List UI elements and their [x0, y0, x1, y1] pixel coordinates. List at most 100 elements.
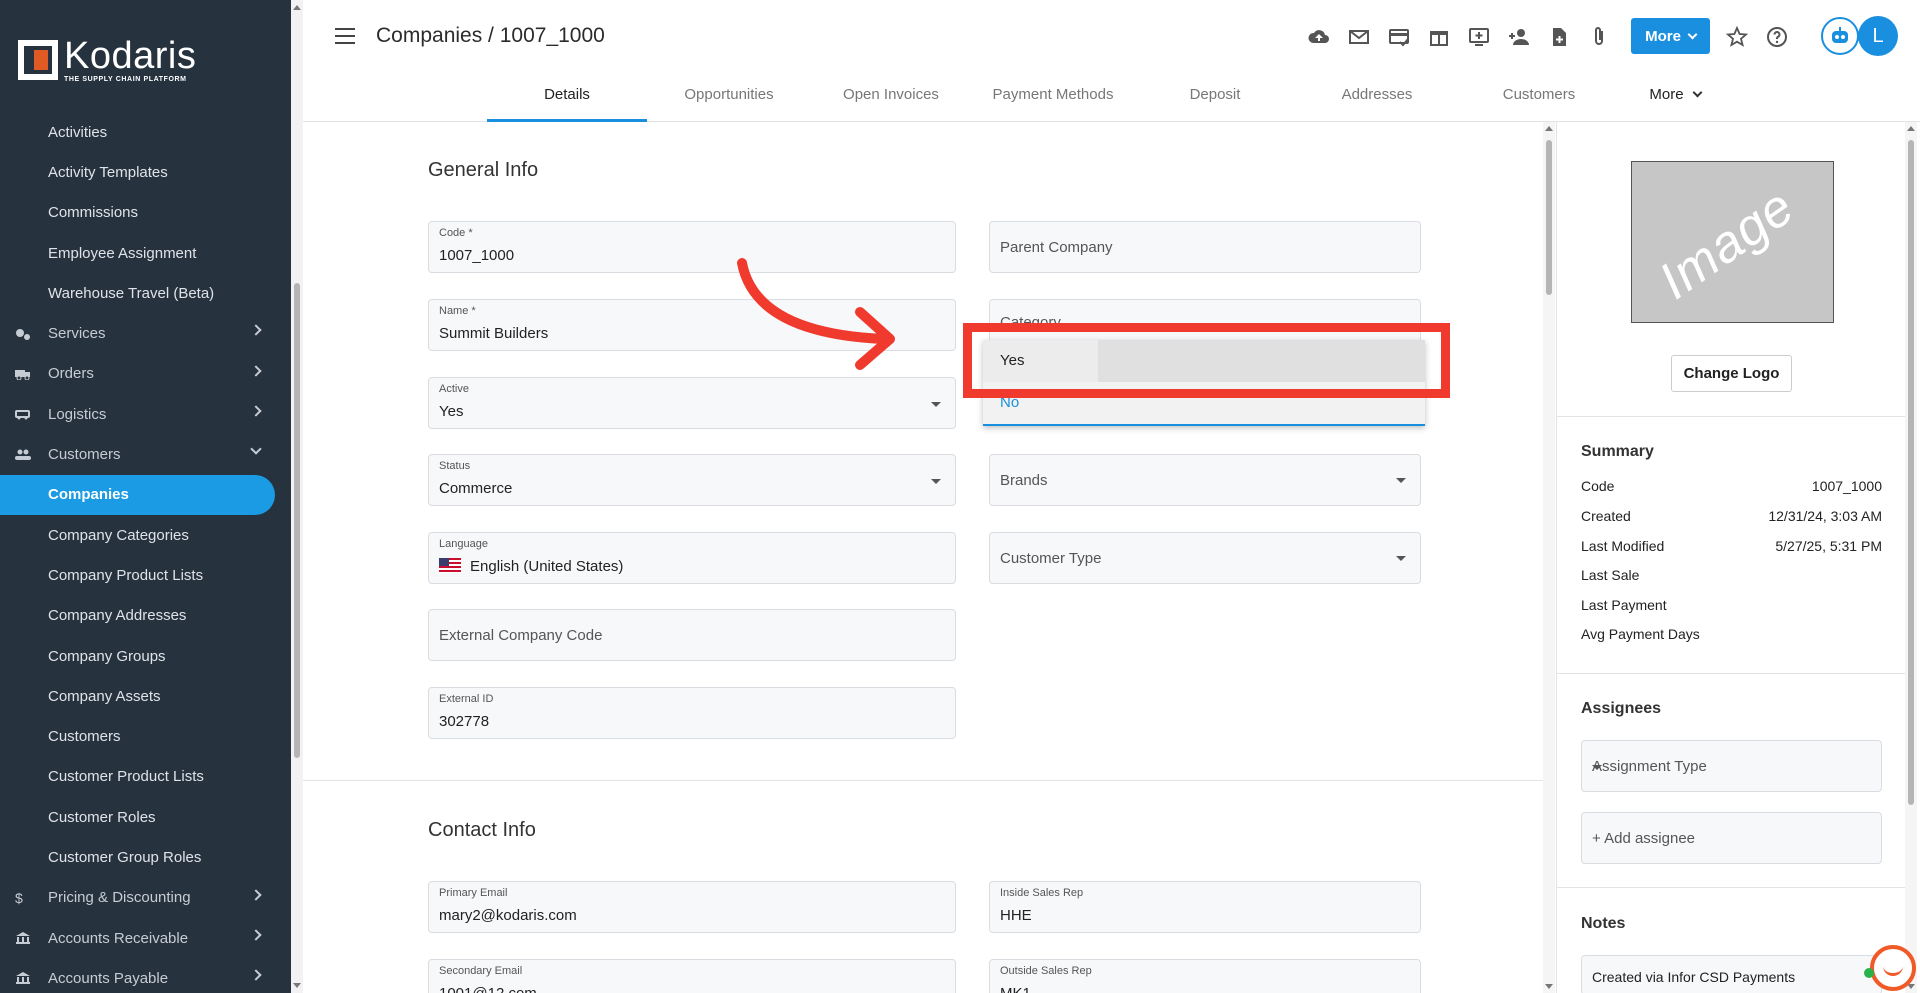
- sidebar-item-label: Company Product Lists: [48, 566, 204, 584]
- code-label: Code *: [439, 227, 473, 239]
- attachment-icon[interactable]: [1587, 25, 1611, 49]
- sidebar-item-companies[interactable]: Companies: [0, 474, 275, 515]
- sidebar-item-company-categories[interactable]: Company Categories: [0, 515, 280, 555]
- chat-support-icon[interactable]: [1870, 945, 1916, 991]
- sidebar-item-label: Customer Group Roles: [48, 848, 202, 866]
- sidebar-item-accounts-payable[interactable]: Accounts Payable: [0, 958, 280, 993]
- mail-icon[interactable]: [1347, 25, 1371, 49]
- chevron-right-icon: [250, 324, 262, 337]
- gift-icon[interactable]: [1427, 25, 1451, 49]
- sidebar-item-customers[interactable]: Customers: [0, 434, 280, 474]
- company-logo-image: Image: [1631, 161, 1834, 323]
- scroll-up-icon[interactable]: [1545, 126, 1553, 131]
- sidebar-item-company-product-lists[interactable]: Company Product Lists: [0, 555, 280, 595]
- sidebar-item-warehouse-travel[interactable]: Warehouse Travel (Beta): [0, 273, 280, 313]
- sidebar-item-label: Activity Templates: [48, 163, 168, 181]
- customer-type-placeholder: Customer Type: [1000, 550, 1102, 567]
- sidebar-scrollbar[interactable]: [291, 0, 303, 993]
- tab-open-invoices[interactable]: Open Invoices: [810, 86, 972, 103]
- sidebar-item-services[interactable]: Services: [0, 313, 280, 353]
- tab-more[interactable]: More: [1620, 86, 1730, 103]
- scrollbar-thumb[interactable]: [294, 283, 300, 758]
- sidebar-item-customer-product-lists[interactable]: Customer Product Lists: [0, 757, 280, 797]
- cloud-upload-icon[interactable]: [1307, 25, 1331, 49]
- assistant-bot-icon[interactable]: [1821, 17, 1859, 55]
- scrollbar-thumb[interactable]: [1908, 140, 1914, 805]
- parent-company-field[interactable]: Parent Company: [989, 221, 1421, 273]
- payment-icon[interactable]: [1387, 25, 1411, 49]
- tab-payment-methods[interactable]: Payment Methods: [972, 86, 1134, 103]
- add-assignee-field[interactable]: + Add assignee: [1581, 812, 1882, 864]
- top-header: Companies / 1007_1000 More L: [303, 0, 1920, 72]
- panel-divider: [1557, 416, 1906, 417]
- scroll-up-icon[interactable]: [293, 5, 301, 10]
- file-add-icon[interactable]: [1547, 25, 1571, 49]
- customer-type-select[interactable]: Customer Type: [989, 532, 1421, 584]
- external-id-field[interactable]: External ID 302778: [428, 687, 956, 739]
- outside-sales-rep-field[interactable]: Outside Sales Rep MK1: [989, 959, 1421, 993]
- kodaris-logo[interactable]: Kodaris THE SUPPLY CHAIN PLATFORM: [0, 0, 291, 120]
- tab-opportunities[interactable]: Opportunities: [648, 86, 810, 103]
- sidebar-item-activities[interactable]: Activities: [0, 112, 280, 152]
- scroll-up-icon[interactable]: [1907, 126, 1915, 131]
- sidebar-item-company-assets[interactable]: Company Assets: [0, 676, 280, 716]
- change-logo-button[interactable]: Change Logo: [1671, 355, 1792, 392]
- sidebar-item-accounts-receivable[interactable]: Accounts Receivable: [0, 918, 280, 958]
- dropdown-arrow-icon: [931, 402, 941, 407]
- scroll-down-icon[interactable]: [293, 983, 301, 988]
- tab-deposit[interactable]: Deposit: [1134, 86, 1296, 103]
- chevron-right-icon: [250, 969, 262, 981]
- sidebar-item-commissions[interactable]: Commissions: [0, 193, 280, 233]
- sidebar-item-customer-roles[interactable]: Customer Roles: [0, 797, 280, 837]
- inside-sales-rep-field[interactable]: Inside Sales Rep HHE: [989, 881, 1421, 933]
- hamburger-menu-icon[interactable]: [335, 28, 355, 44]
- more-button[interactable]: More: [1631, 18, 1710, 54]
- note-item[interactable]: Created via Infor CSD Payments: [1581, 955, 1882, 993]
- assignment-type-select[interactable]: Assignment Type: [1581, 740, 1882, 792]
- primary-email-field[interactable]: Primary Email mary2@kodaris.com: [428, 881, 956, 933]
- external-company-code-field[interactable]: External Company Code: [428, 609, 956, 661]
- summary-value: 5/27/25, 5:31 PM: [1775, 538, 1882, 554]
- brand-tagline: THE SUPPLY CHAIN PLATFORM: [64, 75, 187, 83]
- person-add-icon[interactable]: [1507, 25, 1531, 49]
- tab-details[interactable]: Details: [487, 86, 647, 103]
- sidebar-item-orders[interactable]: Orders: [0, 354, 280, 394]
- main-scrollbar[interactable]: [1543, 122, 1555, 993]
- user-avatar[interactable]: L: [1858, 16, 1898, 56]
- scrollbar-thumb[interactable]: [1546, 140, 1552, 295]
- sidebar-item-label: Logistics: [48, 405, 107, 423]
- sidebar-item-activity-templates[interactable]: Activity Templates: [0, 152, 280, 192]
- sidebar-item-label: Accounts Receivable: [48, 929, 189, 947]
- summary-title: Summary: [1581, 443, 1654, 460]
- dropdown-arrow-icon: [1396, 556, 1406, 561]
- add-assignee-label: + Add assignee: [1592, 830, 1696, 847]
- sidebar-item-employee-assignment[interactable]: Employee Assignment: [0, 233, 280, 273]
- sidebar-item-pricing-discounting[interactable]: $ Pricing & Discounting: [0, 878, 280, 918]
- online-status-dot: [1864, 968, 1874, 978]
- secondary-email-field[interactable]: Secondary Email 1001@12.com: [428, 959, 956, 993]
- sidebar-item-label: Commissions: [48, 204, 139, 222]
- section-divider: [303, 780, 1543, 781]
- details-form: General Info Code * 1007_1000 Parent Com…: [303, 122, 1543, 993]
- sidebar-item-logistics[interactable]: Logistics: [0, 394, 280, 434]
- brands-select[interactable]: Brands: [989, 454, 1421, 506]
- tab-addresses[interactable]: Addresses: [1296, 86, 1458, 103]
- tab-customers[interactable]: Customers: [1458, 86, 1620, 103]
- language-value: English (United States): [470, 558, 624, 575]
- scroll-down-icon[interactable]: [1545, 984, 1553, 989]
- sidebar-item-company-addresses[interactable]: Company Addresses: [0, 596, 280, 636]
- right-panel-scrollbar[interactable]: [1905, 122, 1917, 993]
- screen-add-icon[interactable]: [1467, 25, 1491, 49]
- sidebar-item-label: Company Assets: [48, 687, 161, 705]
- status-select[interactable]: Status Commerce: [428, 454, 956, 506]
- sidebar-item-customers-list[interactable]: Customers: [0, 716, 280, 756]
- sidebar-item-customer-group-roles[interactable]: Customer Group Roles: [0, 837, 280, 877]
- language-select[interactable]: Language English (United States): [428, 532, 956, 584]
- star-icon[interactable]: [1725, 25, 1749, 49]
- sidebar-item-company-groups[interactable]: Company Groups: [0, 636, 280, 676]
- assignment-type-placeholder: Assignment Type: [1592, 758, 1707, 775]
- help-icon[interactable]: [1765, 25, 1789, 49]
- external-company-code-placeholder: External Company Code: [439, 627, 603, 644]
- primary-email-label: Primary Email: [439, 887, 508, 899]
- sidebar-item-label: Customer Product Lists: [48, 768, 204, 786]
